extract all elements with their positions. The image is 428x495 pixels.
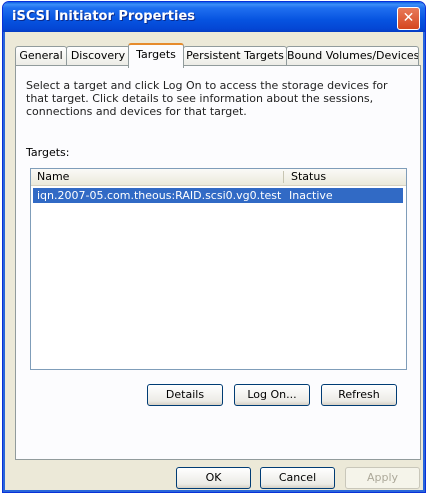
target-status: Inactive	[289, 189, 333, 202]
tab-bound-volumes-devices[interactable]: Bound Volumes/Devices	[286, 46, 419, 66]
properties-dialog: iSCSI Initiator Properties ✕ General Dis…	[2, 1, 426, 493]
list-header: Name Status	[31, 169, 406, 186]
refresh-button[interactable]: Refresh	[321, 384, 397, 406]
log-on-button[interactable]: Log On...	[234, 384, 310, 406]
dialog-client: General Discovery Targets Persistent Tar…	[6, 32, 422, 489]
column-header-status[interactable]: Status	[291, 170, 326, 184]
title-bar[interactable]: iSCSI Initiator Properties ✕	[3, 2, 425, 32]
cancel-button[interactable]: Cancel	[260, 467, 335, 489]
tab-persistent-targets[interactable]: Persistent Targets	[183, 46, 287, 66]
targets-panel: Select a target and click Log On to acce…	[15, 65, 421, 460]
tab-discovery[interactable]: Discovery	[66, 46, 130, 66]
window-title: iSCSI Initiator Properties	[12, 9, 196, 24]
apply-button: Apply	[345, 467, 420, 489]
target-name: iqn.2007-05.com.theous:RAID.scsi0.vg0.te…	[37, 189, 282, 202]
column-divider[interactable]	[283, 171, 284, 183]
targets-list[interactable]: Name Status iqn.2007-05.com.theous:RAID.…	[30, 168, 407, 370]
tab-strip: General Discovery Targets Persistent Tar…	[15, 43, 419, 68]
list-item[interactable]: iqn.2007-05.com.theous:RAID.scsi0.vg0.te…	[33, 188, 403, 203]
tab-general[interactable]: General	[15, 46, 67, 66]
details-button[interactable]: Details	[147, 384, 223, 406]
instructions-text: Select a target and click Log On to acce…	[26, 79, 388, 118]
close-icon[interactable]: ✕	[397, 7, 420, 30]
targets-label: Targets:	[26, 146, 70, 159]
tab-targets[interactable]: Targets	[128, 43, 184, 68]
ok-button[interactable]: OK	[176, 467, 251, 489]
column-header-name[interactable]: Name	[37, 170, 69, 184]
